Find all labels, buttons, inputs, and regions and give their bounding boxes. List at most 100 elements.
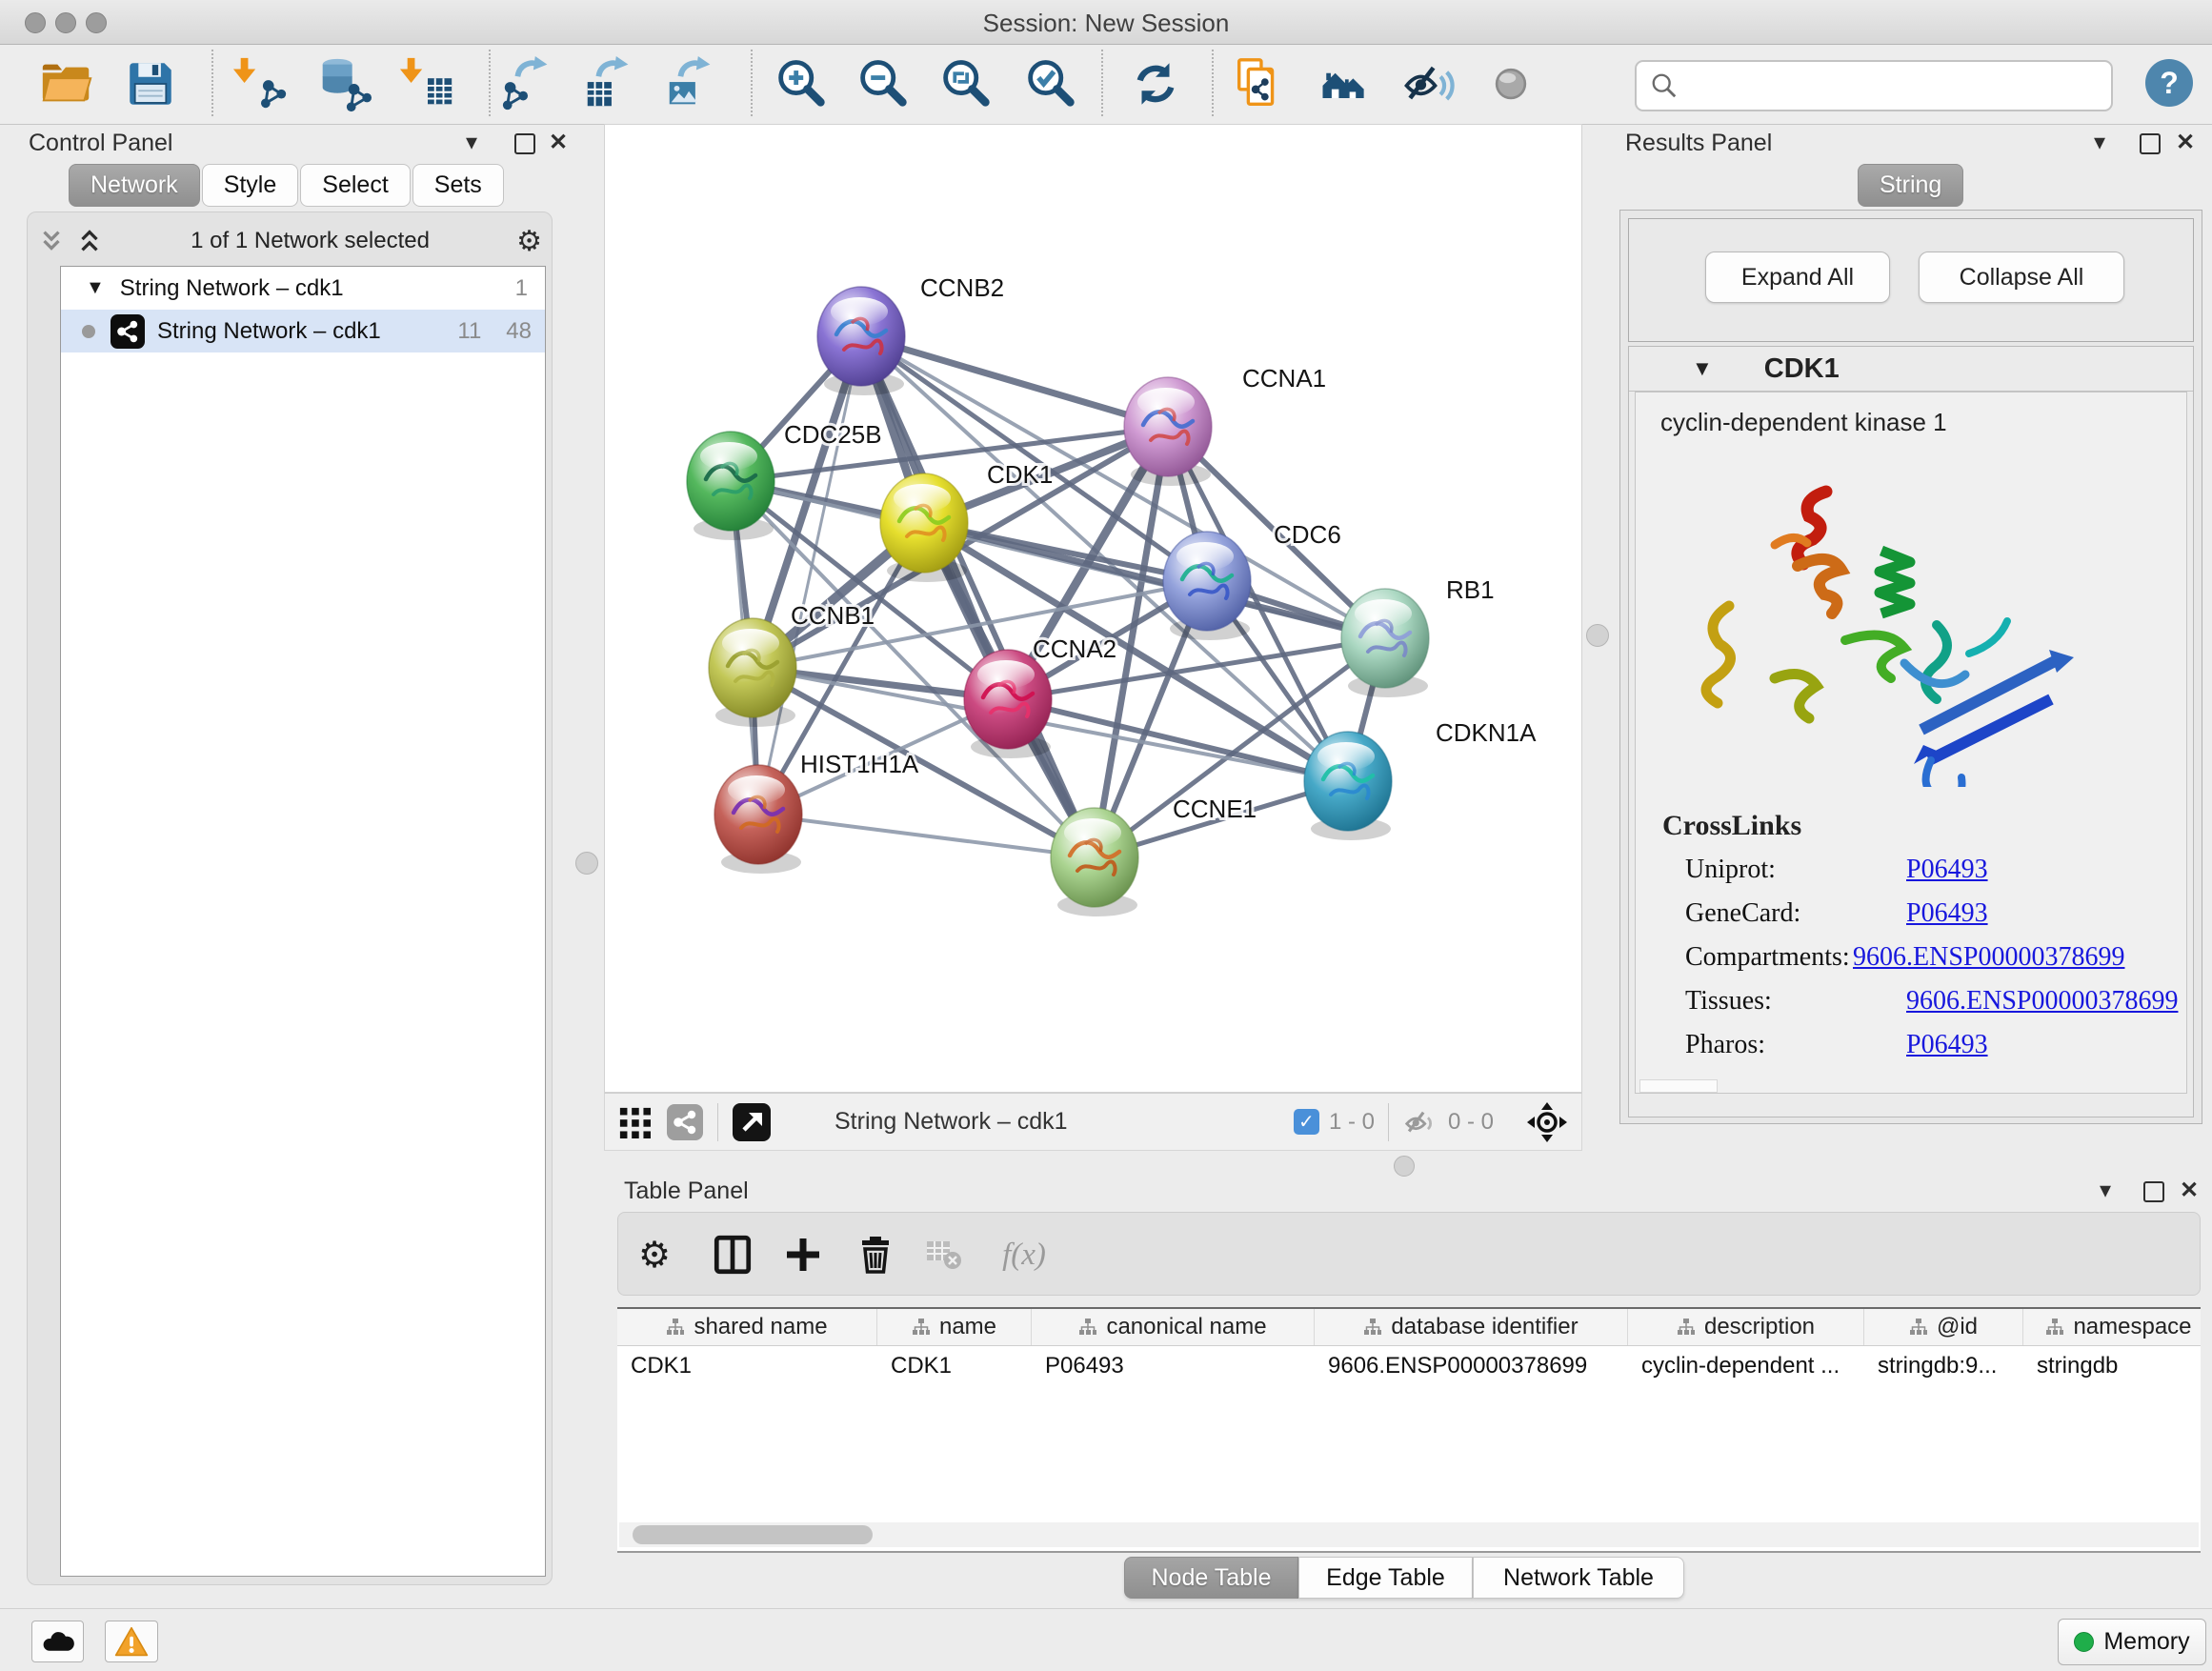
tab-node-table[interactable]: Node Table: [1124, 1557, 1298, 1599]
cell-name[interactable]: CDK1: [877, 1346, 1032, 1386]
zoom-out-button[interactable]: [851, 52, 914, 115]
results-panel-menu-icon[interactable]: ▾: [2094, 131, 2105, 154]
tab-style[interactable]: Style: [202, 164, 299, 207]
cell-description[interactable]: cyclin-dependent ...: [1628, 1346, 1864, 1386]
network-node-CDK1[interactable]: [880, 473, 968, 582]
column-header[interactable]: shared name: [617, 1309, 877, 1345]
grid-view-icon[interactable]: [618, 1106, 651, 1138]
column-header[interactable]: canonical name: [1032, 1309, 1315, 1345]
cell-id[interactable]: stringdb:9...: [1864, 1346, 2023, 1386]
tab-edge-table[interactable]: Edge Table: [1298, 1557, 1473, 1599]
expand-all-button[interactable]: Expand All: [1705, 252, 1890, 303]
hidden-eye-icon[interactable]: [1402, 1104, 1438, 1140]
table-panel-menu-icon[interactable]: ▾: [2100, 1179, 2111, 1202]
search-input[interactable]: [1688, 71, 2111, 100]
column-header[interactable]: description: [1628, 1309, 1864, 1345]
bottom-splitter-handle[interactable]: [1394, 1156, 1415, 1177]
network-node-CCNA1[interactable]: [1124, 377, 1212, 486]
cell-namespace[interactable]: stringdb: [2023, 1346, 2201, 1386]
column-header[interactable]: name: [877, 1309, 1032, 1345]
table-panel-float-icon[interactable]: [2143, 1181, 2164, 1202]
save-session-button[interactable]: [119, 52, 182, 115]
results-panel-close-icon[interactable]: ✕: [2176, 131, 2195, 154]
selected-nodes-checkbox[interactable]: ✓: [1294, 1109, 1319, 1135]
add-column-icon[interactable]: [774, 1226, 832, 1283]
crosslink-compartments[interactable]: 9606.ENSP00000378699: [1853, 942, 2124, 973]
control-panel-close-icon[interactable]: ✕: [549, 131, 568, 154]
import-network-file-button[interactable]: [230, 52, 292, 115]
node-section-header[interactable]: ▼ CDK1: [1629, 347, 2193, 392]
export-network-button[interactable]: [497, 52, 560, 115]
gear-icon[interactable]: ⚙: [516, 225, 542, 258]
crosslink-pharos[interactable]: P06493: [1906, 1030, 1988, 1060]
crosslink-tissues[interactable]: 9606.ENSP00000378699: [1906, 986, 2178, 1017]
table-panel-close-icon[interactable]: ✕: [2180, 1179, 2199, 1202]
cloud-button[interactable]: [31, 1621, 84, 1662]
import-network-database-button[interactable]: [312, 52, 374, 115]
right-splitter-handle[interactable]: [1586, 624, 1609, 647]
import-table-button[interactable]: [396, 52, 459, 115]
section-collapse-icon[interactable]: ▼: [1692, 356, 1713, 381]
crosslink-genecard[interactable]: P06493: [1906, 898, 1988, 929]
network-node-CCNA2[interactable]: [964, 650, 1052, 758]
tab-string[interactable]: String: [1858, 164, 1963, 207]
table-horizontal-scrollbar[interactable]: [619, 1522, 2199, 1547]
collapse-all-icon[interactable]: [37, 227, 66, 255]
warnings-button[interactable]: [105, 1621, 158, 1662]
zoom-selected-button[interactable]: [1018, 52, 1081, 115]
delete-column-icon[interactable]: [847, 1226, 904, 1283]
network-node-CDKN1A[interactable]: [1304, 732, 1392, 840]
network-node-CCNE1[interactable]: [1051, 808, 1138, 916]
cell-canonical-name[interactable]: P06493: [1032, 1346, 1315, 1386]
network-edge[interactable]: [758, 815, 1095, 857]
column-header[interactable]: namespace: [2023, 1309, 2201, 1345]
control-panel-float-icon[interactable]: [514, 133, 535, 154]
network-graph[interactable]: CCNB2CCNA1CDC25BCDK1CDC6RB1CCNB1CCNA2CDK…: [605, 125, 1581, 1092]
network-node-RB1[interactable]: [1341, 589, 1429, 697]
network-node-CDC6[interactable]: [1163, 532, 1251, 640]
network-node-HIST1H1A[interactable]: [714, 765, 802, 874]
network-row[interactable]: String Network – cdk1 11 48: [61, 310, 545, 352]
tab-select[interactable]: Select: [300, 164, 410, 207]
preview-eye-button[interactable]: [1479, 52, 1542, 115]
column-header[interactable]: @id: [1864, 1309, 2023, 1345]
memory-button[interactable]: Memory: [2058, 1619, 2206, 1665]
open-session-button[interactable]: [35, 52, 98, 115]
export-image-button[interactable]: [660, 52, 723, 115]
network-node-CCNB1[interactable]: [709, 618, 796, 727]
zoom-fit-button[interactable]: [934, 52, 996, 115]
left-splitter-handle[interactable]: [575, 852, 598, 875]
tree-expander-icon[interactable]: ▼: [86, 277, 105, 299]
crosslink-uniprot[interactable]: P06493: [1906, 855, 1988, 885]
open-in-window-icon[interactable]: [732, 1102, 772, 1142]
birds-eye-view-icon[interactable]: [1526, 1101, 1568, 1143]
zoom-in-button[interactable]: [769, 52, 832, 115]
export-table-button[interactable]: [578, 52, 641, 115]
show-columns-icon[interactable]: [704, 1226, 761, 1283]
table-gear-icon[interactable]: ⚙: [626, 1226, 683, 1283]
tab-network-table[interactable]: Network Table: [1473, 1557, 1684, 1599]
collapse-all-button[interactable]: Collapse All: [1919, 252, 2124, 303]
tab-network[interactable]: Network: [69, 164, 200, 207]
network-node-CCNB2[interactable]: [817, 287, 905, 395]
network-node-CDC25B[interactable]: [687, 432, 774, 540]
control-panel-menu-icon[interactable]: ▾: [466, 131, 477, 154]
results-panel-float-icon[interactable]: [2140, 133, 2161, 154]
column-header[interactable]: database identifier: [1315, 1309, 1628, 1345]
copy-network-button[interactable]: [1228, 52, 1291, 115]
refresh-layout-button[interactable]: [1124, 52, 1187, 115]
network-edge[interactable]: [861, 336, 1168, 427]
network-collection-row[interactable]: ▼ String Network – cdk1 1: [61, 267, 545, 310]
results-scrollbar[interactable]: [1639, 1079, 1718, 1093]
help-button[interactable]: ?: [2145, 59, 2193, 107]
home-button[interactable]: [1313, 52, 1376, 115]
network-edge[interactable]: [758, 336, 861, 815]
tab-sets[interactable]: Sets: [412, 164, 504, 207]
cell-database-identifier[interactable]: 9606.ENSP00000378699: [1315, 1346, 1628, 1386]
hide-unselected-button[interactable]: [1397, 52, 1459, 115]
network-edge[interactable]: [861, 336, 1095, 857]
network-view-icon[interactable]: [666, 1103, 704, 1141]
table-row[interactable]: CDK1 CDK1 P06493 9606.ENSP00000378699 cy…: [617, 1346, 2201, 1386]
cell-shared-name[interactable]: CDK1: [617, 1346, 877, 1386]
network-canvas[interactable]: CCNB2CCNA1CDC25BCDK1CDC6RB1CCNB1CCNA2CDK…: [604, 124, 1582, 1093]
